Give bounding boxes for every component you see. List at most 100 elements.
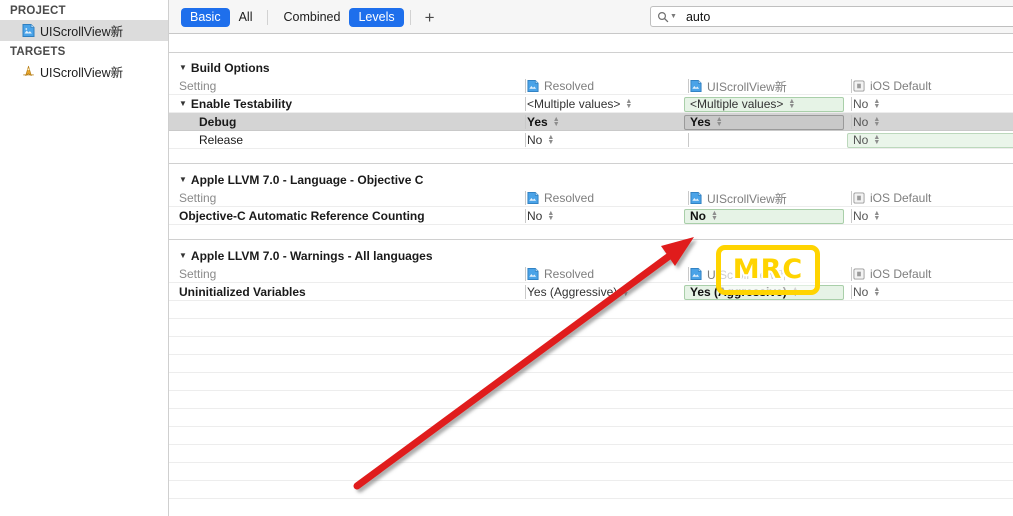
col-divider bbox=[851, 209, 852, 223]
section-title-wrap: ▼ Build Options bbox=[169, 59, 270, 77]
settings-toolbar: Basic All Combined Levels + ▼ bbox=[169, 0, 1013, 34]
tab-levels[interactable]: Levels bbox=[349, 8, 404, 27]
config-default-value: No bbox=[853, 133, 869, 147]
setting-target-cell[interactable]: No ▲ ▼ bbox=[684, 207, 844, 225]
section-title-wrap: ▼ Apple LLVM 7.0 - Warnings - All langua… bbox=[169, 247, 433, 265]
col-divider bbox=[525, 209, 526, 223]
config-resolved-value: Yes bbox=[527, 115, 548, 129]
setting-default-cell: No ▲ ▼ bbox=[853, 207, 880, 225]
col-divider bbox=[688, 267, 689, 281]
empty-row bbox=[169, 355, 1013, 373]
sidebar-item-target[interactable]: UIScrollView新 bbox=[0, 61, 168, 82]
column-header-resolved[interactable]: Resolved bbox=[527, 189, 594, 207]
setting-resolved-cell: No ▲ ▼ bbox=[527, 207, 554, 225]
empty-row bbox=[169, 337, 1013, 355]
sidebar-item-project[interactable]: UIScrollView新 bbox=[0, 20, 168, 41]
column-header-target-label: UIScrollView新 bbox=[707, 191, 787, 206]
config-default-value: No bbox=[853, 115, 869, 129]
column-header-default[interactable]: iOS Default bbox=[853, 265, 931, 283]
search-field[interactable]: ▼ bbox=[650, 6, 1013, 27]
stepper-icon[interactable]: ▲▼ bbox=[788, 98, 795, 110]
col-divider bbox=[688, 133, 689, 147]
mrc-callout-label: MRC bbox=[732, 253, 804, 285]
config-name: Debug bbox=[199, 115, 237, 129]
target-column-icon bbox=[690, 80, 702, 92]
setting-group-name: Enable Testability bbox=[190, 97, 293, 111]
target-column-icon bbox=[690, 268, 702, 280]
table-row[interactable]: Release No ▲ ▼ No ▲ ▼ bbox=[169, 131, 1013, 149]
column-header-target[interactable]: UIScrollView新 bbox=[690, 189, 787, 207]
stepper-icon[interactable]: ▲▼ bbox=[873, 134, 880, 146]
setting-group-target-cell[interactable]: <Multiple values> ▲ ▼ bbox=[684, 95, 844, 113]
disclosure-triangle-icon[interactable]: ▼ bbox=[179, 99, 187, 108]
config-name-cell[interactable]: Release bbox=[169, 131, 243, 149]
setting-default-value: No bbox=[853, 209, 869, 223]
column-header-default[interactable]: iOS Default bbox=[853, 189, 931, 207]
empty-row bbox=[169, 409, 1013, 427]
target-column-icon bbox=[690, 192, 702, 204]
col-divider bbox=[525, 115, 526, 129]
segment-divider-1 bbox=[267, 10, 269, 25]
setting-name-cell[interactable]: Objective-C Automatic Reference Counting bbox=[169, 207, 425, 225]
empty-row bbox=[169, 445, 1013, 463]
column-header-default-label: iOS Default bbox=[870, 267, 932, 281]
resolved-column-icon bbox=[527, 80, 539, 92]
section-header-row[interactable]: ▼ Build Options bbox=[169, 59, 1013, 77]
setting-target-value: No bbox=[690, 209, 706, 223]
disclosure-triangle-icon[interactable]: ▼ bbox=[179, 63, 187, 72]
build-settings-table[interactable]: ▼ Build Options Setting Resolved UIScrol… bbox=[169, 34, 1013, 516]
search-input[interactable] bbox=[685, 9, 1013, 24]
setting-resolved-cell: Yes (Aggressive) ▲ ▼ bbox=[527, 283, 629, 301]
column-header-target[interactable]: UIScrollView新 bbox=[690, 77, 787, 95]
segment-divider-2 bbox=[409, 10, 411, 25]
col-divider-resolved bbox=[525, 79, 526, 93]
stepper-icon[interactable]: ▲▼ bbox=[716, 116, 723, 128]
sidebar-item-target-label: UIScrollView新 bbox=[40, 66, 124, 80]
table-row[interactable]: Uninitialized Variables Yes (Aggressive)… bbox=[169, 283, 1013, 301]
chevron-down-icon[interactable]: ▼ bbox=[670, 13, 677, 20]
table-top-rule bbox=[169, 52, 1013, 59]
column-header-resolved-label: Resolved bbox=[544, 79, 595, 93]
resolved-column-icon bbox=[527, 268, 539, 280]
mrc-callout-box: MRC bbox=[716, 245, 820, 295]
setting-default-value: No bbox=[853, 285, 869, 299]
setting-name-cell[interactable]: Uninitialized Variables bbox=[169, 283, 306, 301]
add-setting-button[interactable]: + bbox=[417, 9, 443, 26]
setting-group-resolved-cell: <Multiple values> ▲ ▼ bbox=[527, 95, 632, 113]
section-title-wrap: ▼ Apple LLVM 7.0 - Language - Objective … bbox=[169, 171, 423, 189]
sidebar-item-project-label: UIScrollView新 bbox=[40, 25, 124, 39]
table-row[interactable]: Debug Yes ▲ ▼ Yes ▲ ▼ No ▲ ▼ bbox=[169, 113, 1013, 131]
ios-default-column-icon bbox=[853, 268, 865, 280]
setting-group-name-cell[interactable]: ▼ Enable Testability bbox=[169, 95, 292, 113]
config-target-cell[interactable]: Yes ▲ ▼ bbox=[684, 113, 844, 131]
setting-group-row[interactable]: ▼ Enable Testability <Multiple values> ▲… bbox=[169, 95, 1013, 113]
config-default-cell[interactable]: No ▲ ▼ bbox=[847, 131, 1013, 149]
config-default-cell: No ▲ ▼ bbox=[853, 113, 880, 131]
column-header-resolved[interactable]: Resolved bbox=[527, 265, 594, 283]
column-header-setting[interactable]: Setting bbox=[169, 189, 216, 207]
table-row[interactable]: Objective-C Automatic Reference Counting… bbox=[169, 207, 1013, 225]
tab-all[interactable]: All bbox=[230, 8, 262, 27]
stepper-icon: ▲ ▼ bbox=[625, 98, 633, 110]
stepper-icon: ▲ ▼ bbox=[873, 98, 881, 110]
column-header-resolved[interactable]: Resolved bbox=[527, 77, 594, 95]
column-header-resolved-label: Resolved bbox=[544, 191, 595, 205]
config-name-cell[interactable]: Debug bbox=[169, 113, 236, 131]
section-header-row[interactable]: ▼ Apple LLVM 7.0 - Warnings - All langua… bbox=[169, 247, 1013, 265]
column-header-setting[interactable]: Setting bbox=[169, 77, 216, 95]
config-resolved-cell: No ▲ ▼ bbox=[527, 131, 554, 149]
column-header-setting[interactable]: Setting bbox=[169, 265, 216, 283]
stepper-icon[interactable]: ▲▼ bbox=[711, 210, 718, 222]
empty-row bbox=[169, 391, 1013, 409]
disclosure-triangle-icon[interactable]: ▼ bbox=[179, 251, 187, 260]
navigator-sidebar: PROJECT UIScrollView新 TARGETS UIScrollVi… bbox=[0, 0, 169, 516]
disclosure-triangle-icon[interactable]: ▼ bbox=[179, 175, 187, 184]
tab-combined[interactable]: Combined bbox=[274, 8, 349, 27]
column-header-default[interactable]: iOS Default bbox=[853, 77, 931, 95]
tab-basic[interactable]: Basic bbox=[181, 8, 230, 27]
empty-row bbox=[169, 319, 1013, 337]
stepper-icon: ▲ ▼ bbox=[552, 116, 560, 128]
section-header-row[interactable]: ▼ Apple LLVM 7.0 - Language - Objective … bbox=[169, 171, 1013, 189]
empty-row bbox=[169, 301, 1013, 319]
